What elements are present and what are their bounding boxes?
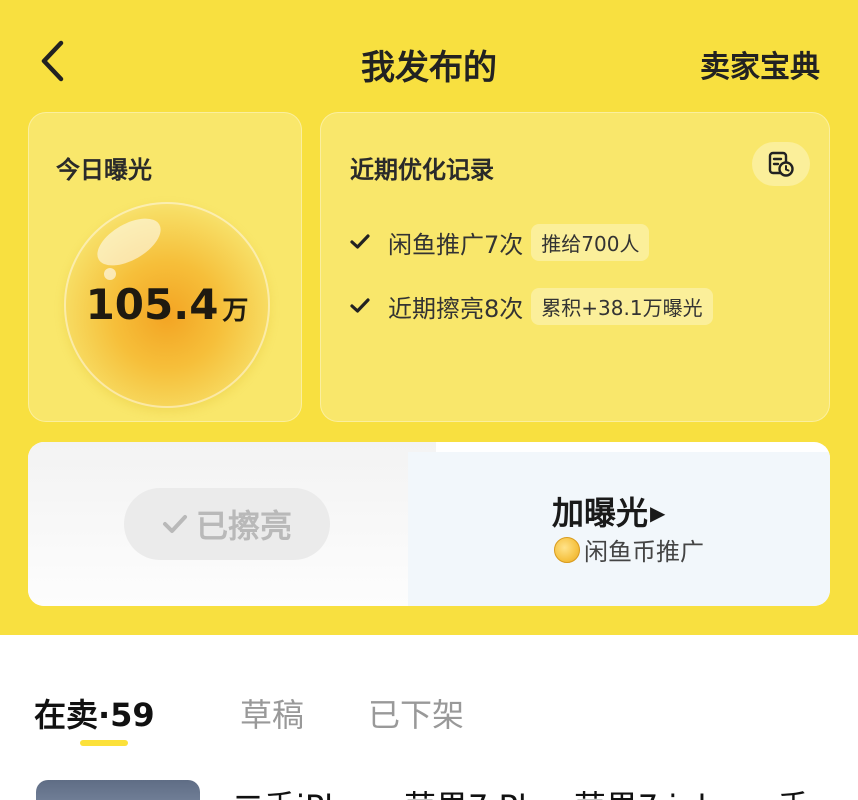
play-arrow-icon: ▶ [650,501,666,525]
boost-label: 加曝光 [552,494,649,532]
recent-optimization-card: 近期优化记录 闲鱼推广7次 推给700人 近期擦亮8次 累积+38.1万曝光 [320,112,830,422]
record-row-promotion: 闲鱼推广7次 推给700人 [350,222,650,262]
today-exposure-card[interactable]: 今日曝光 105.4 万 [28,112,302,422]
coin-icon [554,536,580,563]
selected-tab-indicator [80,740,128,746]
check-icon [350,298,370,314]
polished-label: 已擦亮 [195,507,292,545]
record-text: 闲鱼推广7次 [388,230,524,259]
polished-button[interactable]: 已擦亮 [124,488,330,560]
boost-subtitle: 闲鱼币推广 [554,532,704,567]
check-icon [350,234,370,250]
record-tag: 推给700人 [531,223,650,261]
exposure-number: 105.4 [85,280,219,329]
action-card: 已擦亮 [28,442,830,606]
listing-thumbnail [36,780,200,800]
record-row-polish: 近期擦亮8次 累积+38.1万曝光 [350,286,713,326]
tab-selling[interactable]: 在卖·59 [34,690,155,736]
tab-drafts[interactable]: 草稿 [240,690,304,736]
today-exposure-title: 今日曝光 [56,156,152,184]
tab-removed[interactable]: 已下架 [368,690,464,736]
listing-title: 二手iPhone苹果7 Plus 苹果7 iphone手 [232,782,809,800]
check-icon [162,515,187,533]
boost-exposure-button[interactable]: 加曝光 ▶ [552,488,665,534]
listing-tabs: 在卖·59 草稿 已下架 [0,690,858,760]
exposure-unit: 万 [222,296,249,326]
record-text: 近期擦亮8次 [388,294,524,323]
polish-section: 已擦亮 [28,442,436,606]
boost-sub-label: 闲鱼币推广 [584,538,704,566]
bubble-highlight-dot [104,268,116,280]
history-record-button[interactable] [752,142,810,186]
seller-guide-link[interactable]: 卖家宝典 [700,42,820,86]
history-icon [768,151,794,177]
exposure-value: 105.4 万 [64,280,270,329]
top-bar: 我发布的 卖家宝典 [0,0,858,110]
record-tag: 累积+38.1万曝光 [531,287,713,325]
list-item[interactable]: 二手iPhone苹果7 Plus 苹果7 iphone手 [0,770,858,800]
bubble-highlight [89,208,169,276]
exposure-bubble: 105.4 万 [64,202,270,408]
recent-optimization-title: 近期优化记录 [350,156,494,184]
